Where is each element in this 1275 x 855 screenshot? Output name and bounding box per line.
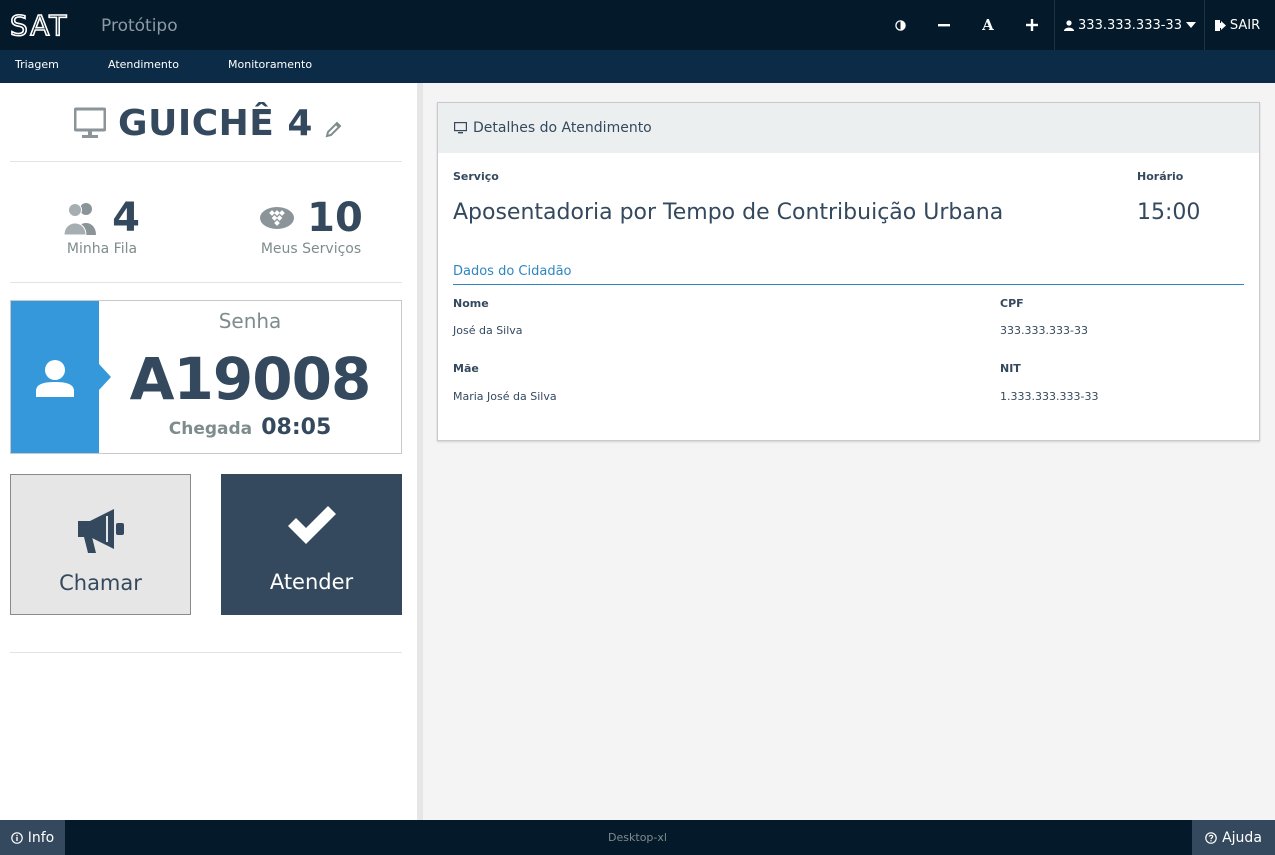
servico-label: Serviço: [453, 170, 499, 183]
app-subtitle: Protótipo: [101, 16, 178, 36]
viewport-label: Desktop-xl: [608, 831, 667, 844]
toolbar-divider: [1054, 0, 1055, 50]
minus-icon: [938, 24, 950, 27]
chamar-button[interactable]: Chamar: [10, 474, 191, 615]
top-bar: SAT Protótipo A 333.333.333-33 SAIR: [0, 0, 1275, 50]
exit-button[interactable]: SAIR: [1210, 0, 1265, 50]
stat-meus-servicos: 10 Meus Serviços: [246, 193, 376, 257]
caret-down-icon: [1185, 22, 1196, 28]
contrast-icon: [894, 19, 906, 31]
exit-label: SAIR: [1229, 17, 1261, 33]
toolbar-divider: [1204, 0, 1205, 50]
senha-label: Senha: [218, 309, 282, 333]
fila-label: Minha Fila: [66, 241, 138, 257]
cidadao-section-line: [453, 284, 1244, 285]
font-label: A: [982, 16, 994, 34]
mae-value: Maria José da Silva: [453, 390, 557, 403]
panel-divider: [417, 83, 423, 820]
nav-item-atendimento[interactable]: Atendimento: [108, 58, 179, 71]
nav-item-triagem[interactable]: Triagem: [15, 58, 59, 71]
guiche-title: GUICHÊ 4: [118, 102, 313, 144]
nit-value: 1.333.333.333-33: [1000, 390, 1099, 403]
users-icon: [64, 203, 97, 235]
horario-label: Horário: [1137, 170, 1184, 183]
person-icon: [36, 360, 74, 397]
question-icon: [1205, 831, 1217, 844]
plus-icon: [1026, 19, 1038, 31]
horario-value: 15:00: [1137, 200, 1201, 225]
cpf-value: 333.333.333-33: [1000, 324, 1088, 337]
atender-label: Atender: [269, 570, 354, 594]
chegada-value: 08:05: [261, 415, 332, 440]
nav-bar: Triagem Atendimento Monitoramento: [0, 50, 1275, 83]
servico-value: Aposentadoria por Tempo de Contribuição …: [453, 200, 1004, 225]
ticket-card: Senha A19008 Chegada 08:05: [10, 300, 402, 454]
chegada: Chegada 08:05: [99, 415, 401, 440]
chamar-label: Chamar: [59, 571, 142, 595]
services-globe-icon: [260, 207, 295, 229]
servicos-label: Meus Serviços: [260, 241, 362, 257]
pencil-icon[interactable]: [325, 120, 343, 138]
chegada-label: Chegada: [168, 419, 253, 439]
cpf-label: CPF: [1000, 297, 1024, 310]
svg-text:SAT: SAT: [10, 10, 68, 40]
nit-label: NIT: [1000, 362, 1021, 375]
decrease-font-button[interactable]: [929, 0, 959, 50]
fila-count: 4: [112, 195, 140, 241]
mae-label: Mãe: [453, 362, 479, 375]
check-icon: [287, 506, 336, 544]
divider: [10, 282, 402, 283]
ticket-accent: [11, 301, 99, 453]
megaphone-icon: [77, 509, 124, 553]
left-panel: GUICHÊ 4 4 Minha Fila 10 Meus Serviços S…: [0, 83, 417, 820]
desktop-icon: [454, 122, 467, 134]
user-icon: [1064, 19, 1075, 31]
nome-value: José da Silva: [453, 324, 523, 337]
atender-button[interactable]: Atender: [221, 474, 402, 615]
guiche-header: GUICHÊ 4: [0, 101, 417, 145]
monitor-icon: [74, 107, 107, 138]
divider: [10, 652, 402, 653]
contrast-button[interactable]: [885, 0, 915, 50]
details-title: Detalhes do Atendimento: [473, 120, 652, 136]
servicos-count: 10: [307, 195, 363, 241]
increase-font-button[interactable]: [1017, 0, 1047, 50]
senha-value: A19008: [129, 345, 372, 413]
divider: [10, 161, 402, 162]
details-card: Detalhes do Atendimento Serviço Aposenta…: [437, 102, 1260, 441]
user-menu[interactable]: 333.333.333-33: [1060, 0, 1200, 50]
nav-item-monitoramento[interactable]: Monitoramento: [228, 58, 312, 71]
help-button[interactable]: Ajuda: [1192, 820, 1275, 855]
font-reset-button[interactable]: A: [973, 0, 1003, 50]
sign-out-icon: [1214, 19, 1226, 31]
nome-label: Nome: [453, 297, 489, 310]
cidadao-section-title: Dados do Cidadão: [453, 264, 572, 279]
sat-logo[interactable]: SAT: [10, 10, 85, 40]
stat-minha-fila: 4 Minha Fila: [37, 193, 167, 257]
help-label: Ajuda: [1222, 829, 1262, 846]
footer-bar: Info Desktop-xl Ajuda: [0, 820, 1275, 855]
user-cpf: 333.333.333-33: [1078, 17, 1182, 33]
details-card-header: Detalhes do Atendimento: [438, 103, 1259, 153]
